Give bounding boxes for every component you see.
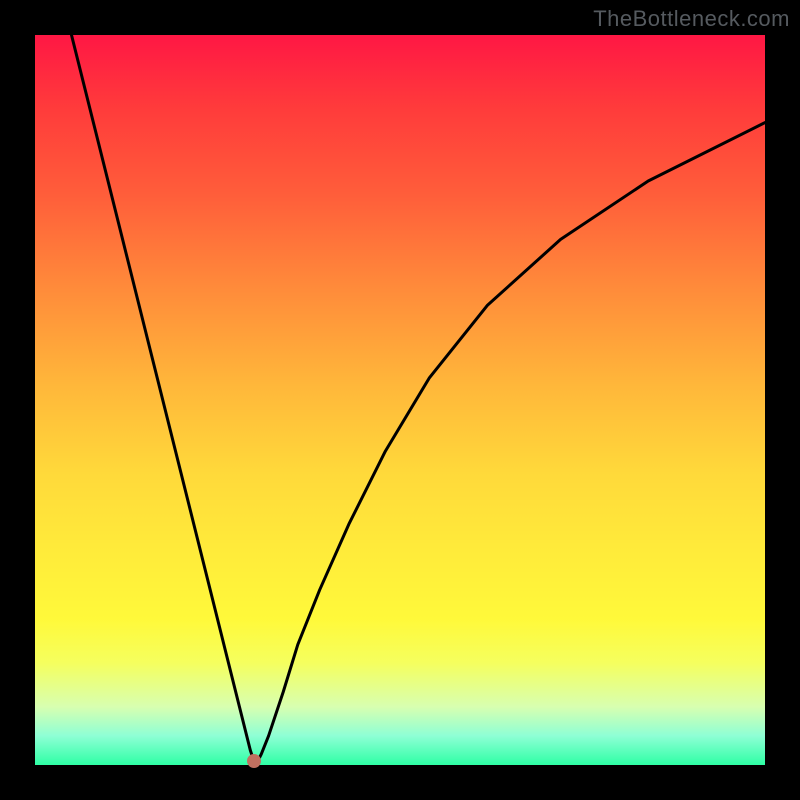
watermark-text: TheBottleneck.com	[593, 6, 790, 32]
chart-frame: TheBottleneck.com	[0, 0, 800, 800]
plot-area	[35, 35, 765, 765]
bottleneck-curve	[72, 35, 766, 761]
curve-layer	[35, 35, 765, 765]
optimum-marker	[247, 754, 261, 768]
